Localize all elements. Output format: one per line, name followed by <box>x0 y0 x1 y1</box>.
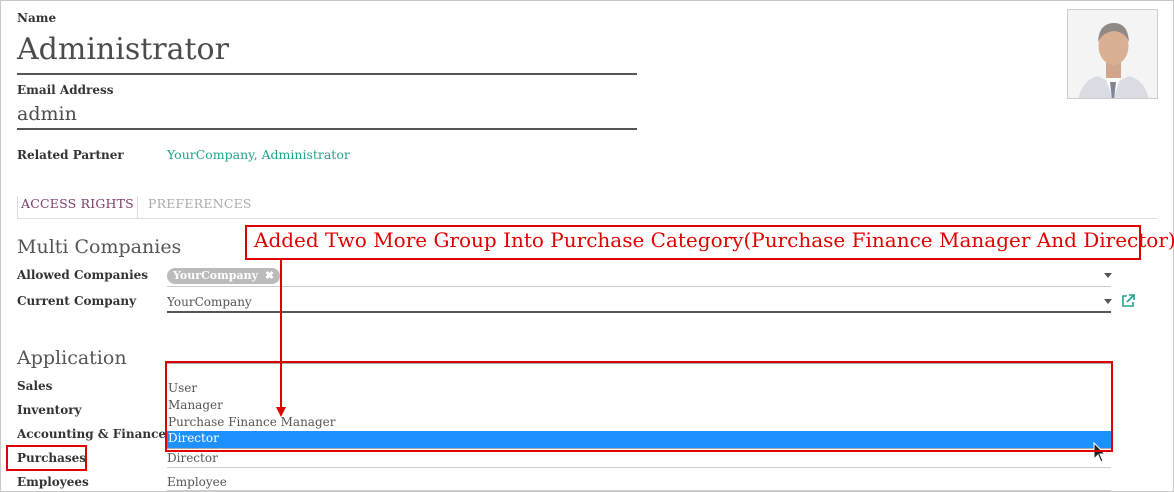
current-company-select[interactable]: YourCompany <box>167 295 252 309</box>
name-underline <box>17 73 637 75</box>
current-company-label: Current Company <box>17 294 137 308</box>
company-tag[interactable]: YourCompany ✖ <box>167 268 281 284</box>
inventory-label: Inventory <box>17 403 82 417</box>
external-link-icon[interactable] <box>1121 294 1135 308</box>
tag-remove-icon[interactable]: ✖ <box>265 269 274 282</box>
email-field[interactable]: admin <box>17 103 77 125</box>
allowed-companies-underline <box>167 286 1111 287</box>
company-tag-label: YourCompany <box>173 269 258 282</box>
avatar-photo-icon <box>1068 10 1157 98</box>
partner-label: Related Partner <box>17 148 124 162</box>
current-company-underline <box>167 311 1111 313</box>
sales-label: Sales <box>17 379 53 393</box>
annotation-arrow-icon <box>276 259 286 417</box>
employees-label: Employees <box>17 475 89 489</box>
allowed-companies-label: Allowed Companies <box>17 268 149 282</box>
annotation-text: Added Two More Group Into Purchase Categ… <box>254 228 1174 252</box>
name-field[interactable]: Administrator <box>17 32 229 67</box>
current-company-dropdown-icon[interactable] <box>1104 299 1112 304</box>
dropdown-highlight-box <box>165 361 1113 452</box>
accounting-label: Accounting & Finance <box>17 427 167 441</box>
user-avatar[interactable] <box>1067 9 1158 99</box>
tab-bar-line <box>17 218 1157 219</box>
purchases-underline <box>167 467 1111 468</box>
tab-access-rights[interactable]: ACCESS RIGHTS <box>17 196 138 218</box>
related-partner-link[interactable]: YourCompany, Administrator <box>167 147 350 162</box>
application-title: Application <box>17 347 127 369</box>
employees-select[interactable]: Employee <box>167 475 227 489</box>
multi-companies-title: Multi Companies <box>17 236 182 258</box>
allowed-companies-dropdown-icon[interactable] <box>1104 273 1112 278</box>
employees-underline <box>167 490 1111 491</box>
purchases-select[interactable]: Director <box>167 451 218 465</box>
tab-preferences[interactable]: PREFERENCES <box>148 196 252 211</box>
email-underline <box>17 128 637 130</box>
email-label: Email Address <box>17 83 114 97</box>
name-label: Name <box>17 11 57 25</box>
purchases-highlight-box <box>6 445 87 471</box>
